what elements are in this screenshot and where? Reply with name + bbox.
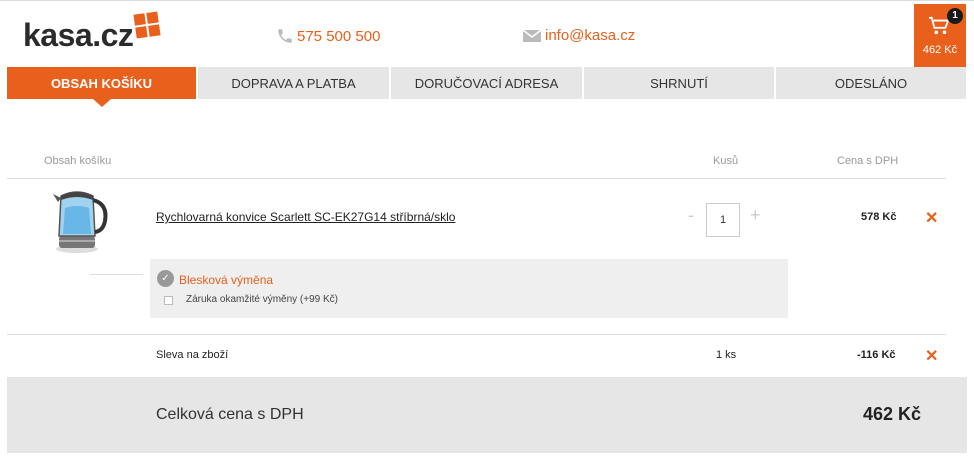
item-price: 578 Kč: [861, 211, 897, 223]
total-bar: Celková cena s DPH 462 Kč: [7, 377, 967, 453]
discount-price: -116 Kč: [857, 349, 896, 361]
divider: [7, 334, 946, 335]
tab-label: Shrnutí: [650, 75, 708, 91]
site-header: kasa.cz 575 500 500 info@kasa.cz 1 462 K…: [0, 0, 974, 67]
phone-number: 575 500 500: [297, 27, 381, 45]
logo-mark-icon: [133, 11, 161, 39]
column-header-content: Obsah košíku: [44, 155, 112, 167]
tab-cart-contents[interactable]: Obsah košíku: [7, 67, 196, 107]
divider: [7, 178, 946, 179]
tab-label: Doprava a platba: [231, 75, 356, 91]
cart-count-badge: 1: [947, 8, 963, 24]
cart-button[interactable]: 1 462 Kč: [914, 4, 966, 67]
email-address: info@kasa.cz: [545, 27, 636, 44]
checkout-steps: Obsah košíku Doprava a platba Doručovací…: [7, 67, 974, 107]
kasa-logo[interactable]: kasa.cz: [23, 11, 161, 55]
cart-price: 462 Kč: [922, 44, 958, 56]
email-contact[interactable]: info@kasa.cz: [522, 27, 635, 44]
service-addon-box: Blesková výměna Záruka okamžité výměny (…: [150, 259, 788, 318]
tab-shipping-payment[interactable]: Doprava a platba: [198, 67, 389, 99]
total-value: 462 Kč: [863, 404, 922, 424]
instant-exchange-checkbox[interactable]: [164, 296, 173, 305]
remove-item-icon[interactable]: ✕: [925, 211, 938, 227]
discount-quantity: 1 ks: [716, 349, 737, 361]
quantity-decrease-button[interactable]: -: [688, 205, 694, 226]
envelope-icon: [522, 28, 542, 42]
column-header-price: Cena s DPH: [837, 155, 899, 167]
product-image-kettle[interactable]: [50, 186, 112, 254]
tab-label: Obsah košíku: [50, 75, 153, 91]
phone-icon: [278, 29, 292, 43]
discount-label: Sleva na zboží: [156, 349, 229, 361]
tab-delivery-address[interactable]: Doručovací adresa: [391, 67, 582, 99]
column-header-qty: Kusů: [713, 155, 739, 167]
check-badge-icon: [157, 270, 174, 287]
remove-discount-icon[interactable]: ✕: [925, 349, 938, 365]
tab-label: Odesláno: [834, 75, 908, 91]
tab-label: Doručovací adresa: [414, 75, 559, 91]
tab-summary[interactable]: Shrnutí: [584, 67, 774, 99]
service-title: Blesková výměna: [179, 273, 274, 287]
total-label: Celková cena s DPH: [156, 406, 304, 423]
product-name-link[interactable]: Rychlovarná konvice Scarlett SC-EK27G14 …: [156, 210, 455, 224]
phone-contact[interactable]: 575 500 500: [276, 27, 380, 45]
logo-text: kasa.cz: [23, 17, 134, 53]
quantity-input[interactable]: 1: [706, 203, 740, 237]
tab-sent[interactable]: Odesláno: [776, 67, 966, 99]
instant-exchange-label[interactable]: Záruka okamžité výměny (+99 Kč): [186, 294, 338, 305]
quantity-increase-button[interactable]: +: [750, 205, 761, 226]
service-connector-line: [90, 274, 143, 275]
